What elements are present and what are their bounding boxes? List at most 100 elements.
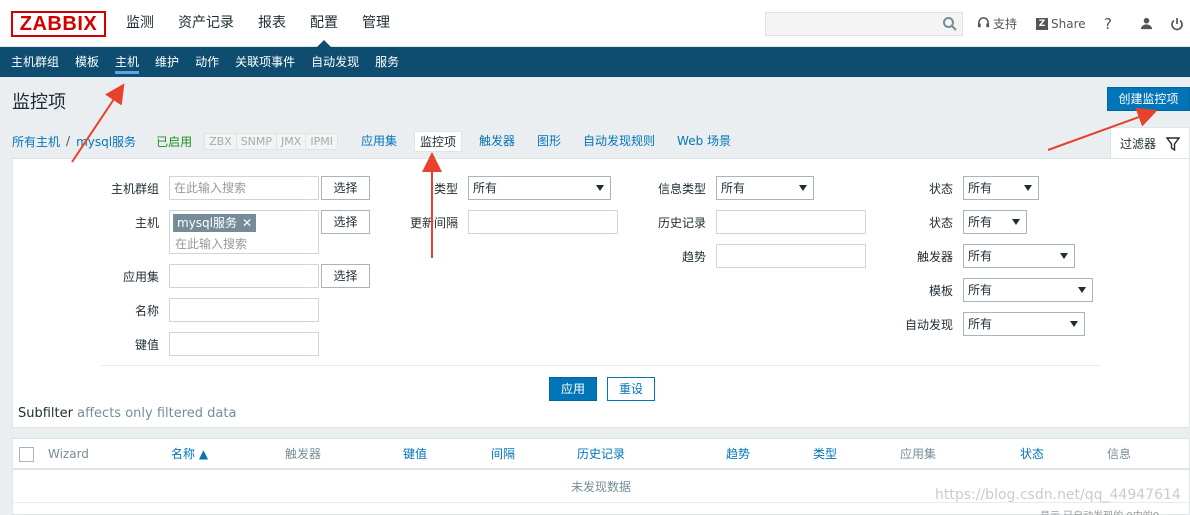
sub-nav-maintenance[interactable]: 维护	[147, 47, 187, 77]
reset-filter-button[interactable]: 重设	[607, 377, 655, 401]
type-select[interactable]: 所有	[468, 176, 611, 200]
key-input[interactable]	[170, 333, 318, 355]
triggers-select-value: 所有	[968, 249, 993, 263]
triggers-select[interactable]: 所有	[963, 244, 1075, 268]
application-input[interactable]	[170, 265, 318, 287]
host-group-field	[169, 176, 319, 200]
trends-field	[716, 244, 866, 268]
discovery-select[interactable]: 所有	[963, 312, 1085, 336]
global-search	[765, 12, 963, 36]
state-label: 状态	[928, 182, 953, 196]
subfilter-note: affects only filtered data	[77, 406, 237, 421]
share-link[interactable]: Z Share	[1036, 0, 1086, 47]
column-wizard: Wizard	[48, 447, 89, 461]
main-nav-inventory[interactable]: 资产记录	[166, 0, 246, 47]
tab-discovery-rules[interactable]: 自动发现规则	[578, 131, 660, 152]
name-input[interactable]	[170, 299, 318, 321]
column-interval[interactable]: 间隔	[491, 439, 515, 470]
main-nav-configuration[interactable]: 配置	[298, 0, 350, 48]
application-label: 应用集	[122, 270, 159, 284]
create-item-button[interactable]: 创建监控项	[1107, 87, 1190, 111]
sub-nav-templates[interactable]: 模板	[67, 47, 107, 77]
breadcrumb-host[interactable]: mysql服务	[76, 133, 136, 150]
template-select-value: 所有	[968, 283, 993, 297]
interface-zbx-badge: ZBX	[205, 133, 237, 149]
sub-nav-host-groups[interactable]: 主机群组	[3, 47, 67, 77]
search-icon[interactable]	[942, 16, 958, 32]
key-label: 键值	[134, 338, 159, 352]
global-search-input[interactable]	[766, 13, 936, 35]
breadcrumb-separator: /	[66, 134, 71, 148]
table-header: Wizard 名称 ▲ 触发器 键值 间隔 历史记录 趋势 类型 应用集 状态 …	[13, 439, 1189, 470]
help-button[interactable]: ?	[1104, 0, 1112, 47]
host-multiselect[interactable]: mysql服务 ✕ 在此输入搜索	[169, 210, 319, 254]
support-label: 支持	[993, 17, 1018, 31]
sub-nav-event-correlation[interactable]: 关联项事件	[227, 47, 303, 77]
chevron-down-icon	[1012, 219, 1020, 225]
info-type-select[interactable]: 所有	[716, 176, 814, 200]
history-label: 历史记录	[657, 216, 706, 230]
host-chip-label: mysql服务	[177, 216, 237, 230]
share-label: Share	[1051, 16, 1086, 31]
sub-nav-discovery[interactable]: 自动发现	[303, 47, 367, 77]
main-nav: 监测 资产记录 报表 配置 管理	[114, 0, 402, 48]
trends-input[interactable]	[717, 245, 865, 267]
subfilter-title: Subfilter	[18, 406, 73, 421]
chevron-down-icon	[1070, 321, 1078, 327]
top-bar: ZABBIX 监测 资产记录 报表 配置 管理 支持 Z Share ?	[0, 0, 1190, 48]
status-select-value: 所有	[968, 215, 993, 229]
column-status[interactable]: 状态	[1020, 439, 1044, 470]
zabbix-logo[interactable]: ZABBIX	[11, 11, 106, 37]
tab-items[interactable]: 监控项	[413, 130, 462, 152]
support-link[interactable]: 支持	[977, 0, 1017, 47]
subfilter-heading: Subfilter affects only filtered data	[18, 406, 236, 421]
template-select[interactable]: 所有	[963, 278, 1093, 302]
user-profile-button[interactable]	[1140, 0, 1153, 47]
filter-toggle-tab[interactable]: 过滤器	[1110, 127, 1190, 159]
sub-nav-actions[interactable]: 动作	[187, 47, 227, 77]
main-nav-administration[interactable]: 管理	[350, 0, 402, 47]
discovery-label: 自动发现	[904, 318, 953, 332]
column-key[interactable]: 键值	[403, 439, 427, 470]
application-select-button[interactable]: 选择	[321, 264, 370, 288]
tab-triggers[interactable]: 触发器	[474, 131, 520, 152]
column-info: 信息	[1107, 447, 1132, 461]
main-nav-reports[interactable]: 报表	[246, 0, 298, 47]
name-label: 名称	[134, 304, 159, 318]
state-select[interactable]: 所有	[963, 176, 1039, 200]
host-group-label: 主机群组	[110, 182, 159, 196]
trends-label: 趋势	[681, 250, 706, 264]
interface-snmp-badge: SNMP	[236, 133, 278, 149]
breadcrumb-all-hosts[interactable]: 所有主机	[12, 133, 60, 150]
sub-nav-services[interactable]: 服务	[367, 47, 407, 77]
filter-icon	[1166, 136, 1181, 151]
sub-nav: 主机群组 模板 主机 维护 动作 关联项事件 自动发现 服务	[0, 47, 1190, 77]
column-triggers: 触发器	[285, 447, 322, 461]
triggers-label: 触发器	[916, 250, 953, 264]
filter-divider	[101, 365, 1101, 366]
column-type[interactable]: 类型	[813, 439, 837, 470]
template-label: 模板	[928, 284, 953, 298]
tab-web-scenarios[interactable]: Web 场景	[672, 131, 736, 152]
status-select[interactable]: 所有	[963, 210, 1027, 234]
main-nav-monitoring[interactable]: 监测	[114, 0, 166, 47]
sub-nav-hosts[interactable]: 主机	[107, 47, 147, 77]
update-interval-input[interactable]	[469, 211, 617, 233]
key-field	[169, 332, 319, 356]
column-history[interactable]: 历史记录	[577, 439, 625, 470]
chevron-down-icon	[1078, 287, 1086, 293]
history-input[interactable]	[717, 211, 865, 233]
tab-graphs[interactable]: 图形	[532, 131, 566, 152]
host-group-input[interactable]	[170, 177, 318, 199]
apply-filter-button[interactable]: 应用	[549, 377, 597, 401]
logout-button[interactable]	[1170, 0, 1184, 47]
select-all-checkbox[interactable]	[19, 447, 34, 462]
column-name[interactable]: 名称 ▲	[171, 439, 208, 470]
host-group-select-button[interactable]: 选择	[321, 176, 370, 200]
remove-chip-icon[interactable]: ✕	[242, 214, 252, 232]
host-select-button[interactable]: 选择	[321, 210, 370, 234]
filter-panel: 主机群组 选择 主机 mysql服务 ✕ 在此输入搜索 选择 应用集 选择 名称…	[12, 158, 1190, 428]
host-chip: mysql服务 ✕	[173, 214, 257, 232]
column-trends[interactable]: 趋势	[726, 439, 750, 470]
tab-applications[interactable]: 应用集	[356, 131, 402, 152]
